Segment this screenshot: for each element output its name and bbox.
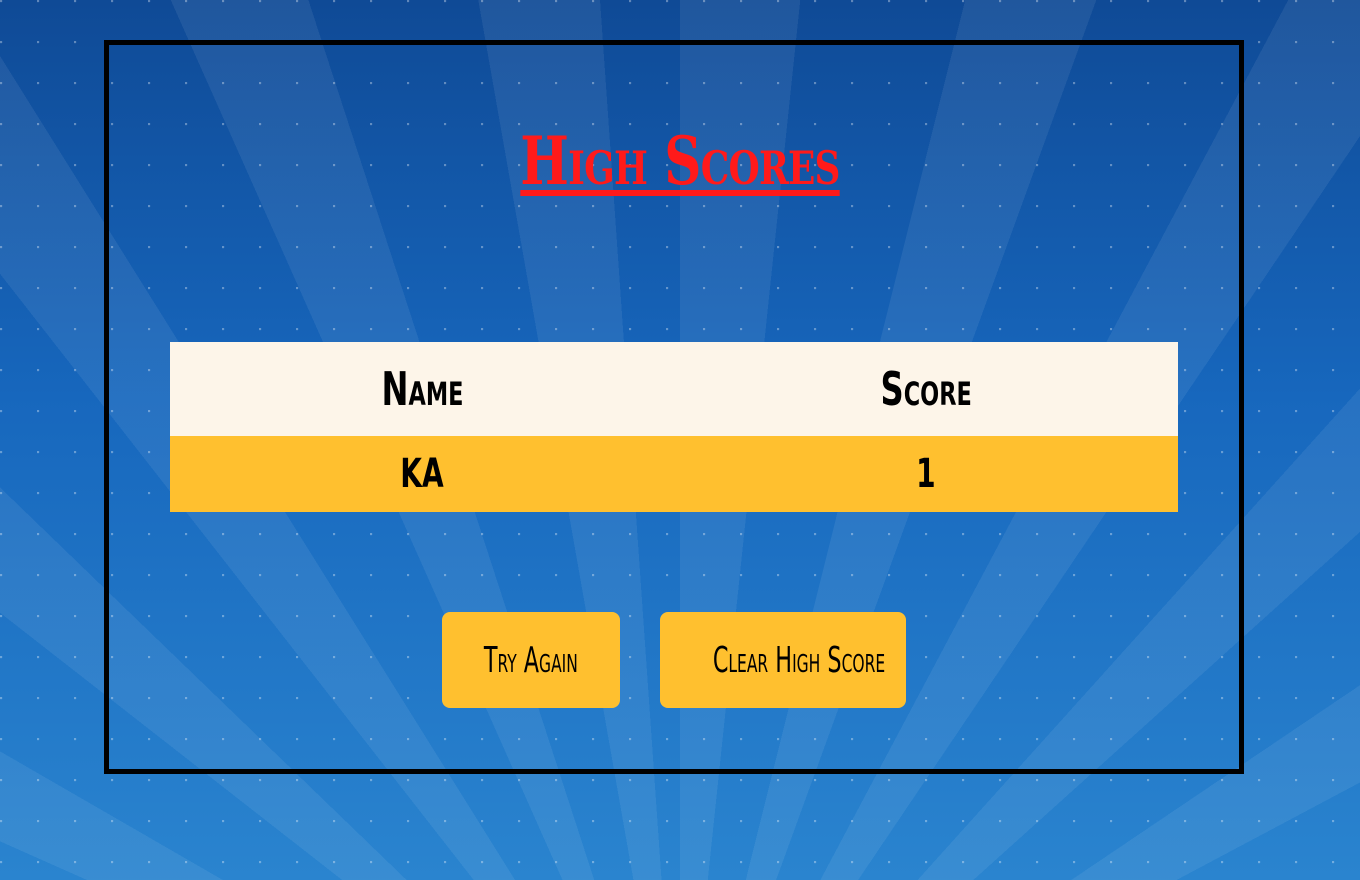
high-scores-table: Name Score KA 1: [170, 342, 1178, 512]
column-header-score: Score: [674, 342, 1178, 436]
cell-name: KA: [170, 436, 674, 512]
table-row: KA 1: [170, 436, 1178, 512]
page-title: High Scores: [520, 122, 840, 200]
clear-high-score-button[interactable]: Clear High Score: [660, 612, 906, 708]
column-header-name: Name: [170, 342, 674, 436]
try-again-button[interactable]: Try Again: [442, 612, 620, 708]
cell-score: 1: [674, 436, 1178, 512]
table-header-row: Name Score: [170, 342, 1178, 436]
